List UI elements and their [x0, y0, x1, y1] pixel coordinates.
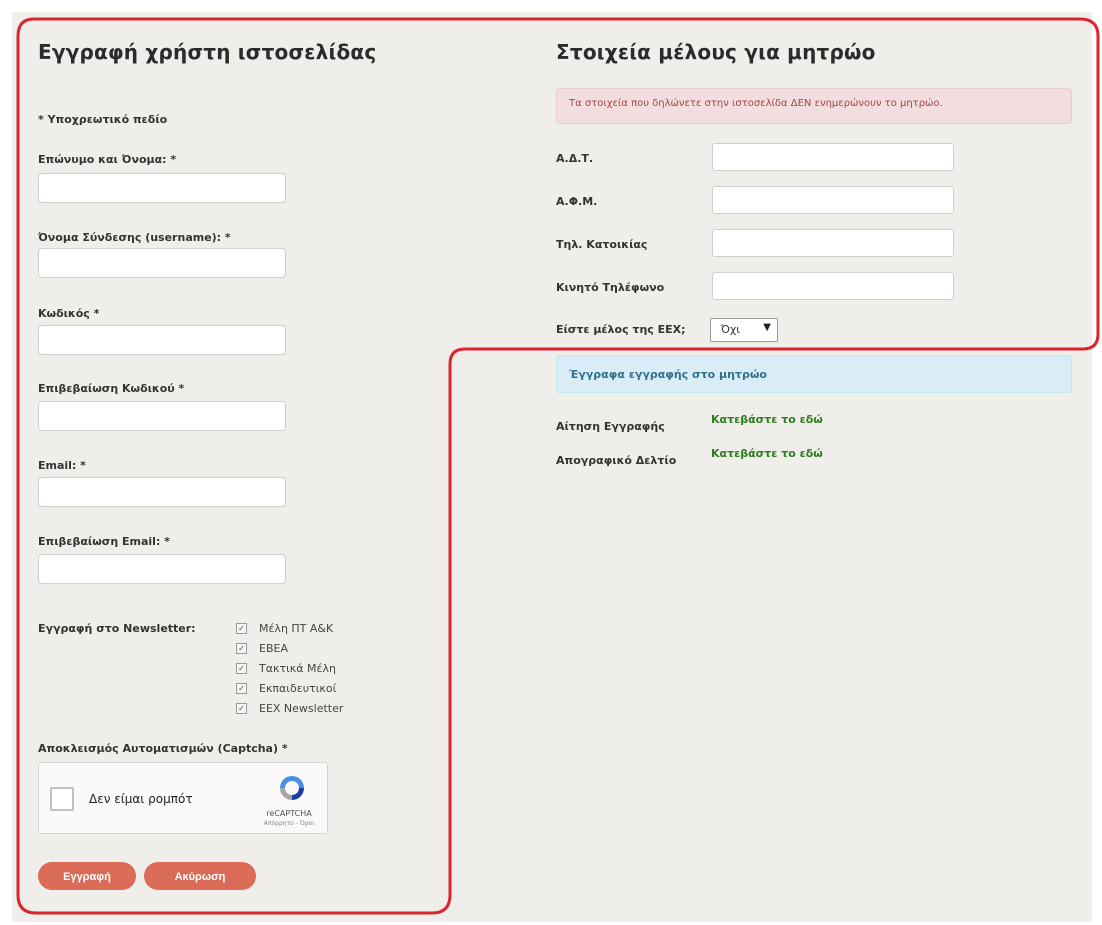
afm-input[interactable]	[712, 186, 954, 214]
captcha-label: Αποκλεισμός Αυτοματισμών (Captcha) *	[38, 742, 288, 755]
form-title: Εγγραφή χρήστη ιστοσελίδας	[38, 40, 377, 64]
member-select[interactable]: Όχι ▼	[710, 318, 778, 342]
docs-header: Έγγραφα εγγραφής στο μητρώο	[556, 355, 1072, 393]
newsletter-option-label: Εκπαιδευτικοί	[259, 681, 337, 695]
home-phone-label: Τηλ. Κατοικίας	[556, 238, 648, 251]
newsletter-option-label: ΕΕΧ Newsletter	[259, 701, 344, 715]
newsletter-option[interactable]: ✓ Εκπαιδευτικοί	[236, 680, 343, 696]
newsletter-option-label: Μέλη ΠΤ Α&Κ	[259, 621, 334, 635]
newsletter-option-label: ΕΒΕΑ	[259, 641, 288, 655]
confirm-email-input[interactable]	[38, 554, 286, 584]
registry-title: Στοιχεία μέλους για μητρώο	[556, 40, 876, 64]
required-note: * Υποχρεωτικό πεδίο	[38, 113, 168, 126]
mobile-phone-input[interactable]	[712, 272, 954, 300]
newsletter-option[interactable]: ✓ Μέλη ΠΤ Α&Κ	[236, 620, 343, 636]
adt-input[interactable]	[712, 143, 954, 171]
checkbox-checked-icon[interactable]: ✓	[236, 622, 247, 634]
afm-label: Α.Φ.Μ.	[556, 195, 598, 208]
member-label: Είστε μέλος της ΕΕΧ;	[556, 323, 686, 336]
newsletter-option-label: Τακτικά Μέλη	[259, 661, 336, 675]
recaptcha-widget: Δεν είμαι ρομπότ reCAPTCHA Απόρρητο - Όρ…	[38, 762, 328, 834]
username-label: Όνομα Σύνδεσης (username): *	[38, 231, 231, 244]
application-download-link[interactable]: Κατεβάστε το εδώ	[711, 413, 823, 426]
member-registry-form: Στοιχεία μέλους για μητρώο Τα στοιχεία π…	[556, 40, 1076, 467]
submit-button[interactable]: Εγγραφή	[38, 862, 136, 890]
newsletter-option[interactable]: ✓ Τακτικά Μέλη	[236, 660, 343, 676]
application-label: Αίτηση Εγγραφής	[556, 420, 665, 433]
inventory-label: Απογραφικό Δελτίο	[556, 454, 677, 467]
home-phone-input[interactable]	[712, 229, 954, 257]
password-input[interactable]	[38, 325, 286, 355]
username-input[interactable]	[38, 248, 286, 278]
confirm-password-input[interactable]	[38, 401, 286, 431]
newsletter-option[interactable]: ✓ ΕΕΧ Newsletter	[236, 700, 343, 716]
dropdown-arrow-icon: ▼	[763, 322, 771, 333]
registry-warning: Τα στοιχεία που δηλώνετε στην ιστοσελίδα…	[556, 88, 1072, 124]
checkbox-checked-icon[interactable]: ✓	[236, 682, 247, 694]
recaptcha-brand: reCAPTCHA	[266, 809, 312, 818]
newsletter-options: ✓ Μέλη ΠΤ Α&Κ ✓ ΕΒΕΑ ✓ Τακτικά Μέλη ✓ Εκ…	[236, 620, 343, 720]
inventory-download-link[interactable]: Κατεβάστε το εδώ	[711, 447, 823, 460]
checkbox-checked-icon[interactable]: ✓	[236, 642, 247, 654]
password-label: Κωδικός *	[38, 307, 100, 320]
mobile-phone-label: Κινητό Τηλέφωνο	[556, 281, 665, 294]
confirm-email-label: Επιβεβαίωση Email: *	[38, 535, 170, 548]
recaptcha-logo-icon	[280, 776, 304, 800]
fullname-input[interactable]	[38, 173, 286, 203]
confirm-password-label: Επιβεβαίωση Κωδικού *	[38, 382, 185, 395]
captcha-text: Δεν είμαι ρομπότ	[89, 792, 193, 806]
email-input[interactable]	[38, 477, 286, 507]
email-label: Email: *	[38, 459, 86, 472]
adt-label: Α.Δ.Τ.	[556, 152, 594, 165]
newsletter-option[interactable]: ✓ ΕΒΕΑ	[236, 640, 343, 656]
newsletter-label: Εγγραφή στο Newsletter:	[38, 622, 196, 635]
fullname-label: Επώνυμο και Όνομα: *	[38, 153, 177, 166]
recaptcha-terms[interactable]: Απόρρητο - Όροι	[261, 820, 317, 827]
checkbox-checked-icon[interactable]: ✓	[236, 702, 247, 714]
cancel-button[interactable]: Ακύρωση	[144, 862, 256, 890]
website-user-form: Εγγραφή χρήστη ιστοσελίδας * Υποχρεωτικό…	[38, 40, 438, 890]
member-select-value: Όχι	[721, 323, 741, 336]
checkbox-checked-icon[interactable]: ✓	[236, 662, 247, 674]
captcha-checkbox[interactable]	[50, 787, 74, 811]
